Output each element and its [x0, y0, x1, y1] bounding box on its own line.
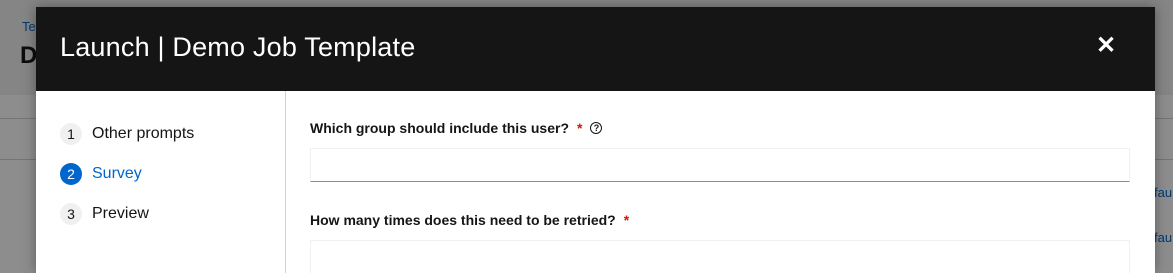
wizard-nav: 1 Other prompts 2 Survey 3 Preview — [36, 91, 286, 273]
close-icon[interactable]: ✕ — [1093, 33, 1119, 59]
required-marker: * — [577, 120, 583, 136]
wizard-step-survey[interactable]: 2 Survey — [60, 162, 142, 186]
question-label: Which group should include this user? * … — [310, 120, 603, 136]
step-label: Survey — [92, 165, 142, 182]
question-label: How many times does this need to be retr… — [310, 212, 629, 228]
question-label-text: Which group should include this user? — [310, 120, 569, 136]
modal-header: Launch | Demo Job Template ✕ — [36, 7, 1155, 91]
step-number: 2 — [60, 163, 82, 185]
step-number: 1 — [60, 123, 82, 145]
wizard-step-other-prompts[interactable]: 1 Other prompts — [60, 122, 194, 146]
help-icon[interactable]: ? — [590, 122, 603, 134]
step-label: Preview — [92, 205, 149, 222]
question-label-text: How many times does this need to be retr… — [310, 212, 616, 228]
required-marker: * — [623, 212, 630, 228]
survey-form: Which group should include this user? * … — [286, 91, 1155, 273]
modal-title: Launch | Demo Job Template — [60, 32, 416, 62]
group-input[interactable] — [310, 148, 1130, 182]
retries-input[interactable] — [310, 240, 1130, 273]
wizard-step-preview[interactable]: 3 Preview — [60, 202, 149, 226]
launch-modal: Launch | Demo Job Template ✕ 1 Other pro… — [36, 7, 1155, 273]
step-number: 3 — [60, 203, 82, 225]
step-label: Other prompts — [92, 125, 195, 142]
